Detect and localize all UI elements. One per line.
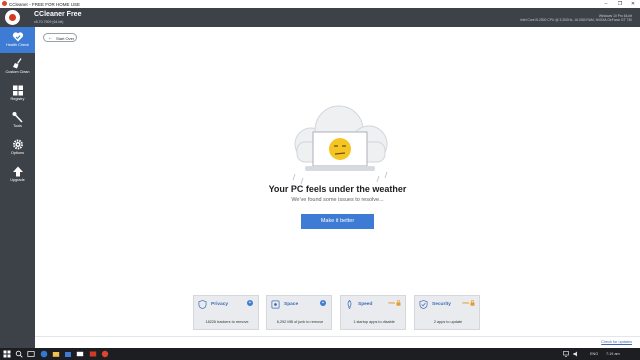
sidebar-item-upgrade[interactable]: Upgrade <box>0 162 35 188</box>
plus-icon[interactable]: + <box>247 300 253 306</box>
window-title: CCleaner - FREE FOR HOME USE <box>9 1 81 7</box>
volume-icon[interactable] <box>572 350 580 358</box>
speed-rocket-icon <box>347 300 352 309</box>
edge-icon[interactable] <box>40 350 48 358</box>
privacy-card[interactable]: Privacy + 18226 trackers to remove <box>193 295 259 330</box>
search-icon[interactable] <box>15 350 23 358</box>
space-disk-icon <box>271 300 280 309</box>
ccleaner-logo <box>5 10 20 25</box>
make-it-better-button[interactable]: Make it better <box>301 214 374 229</box>
start-over-button[interactable]: ← Start Over <box>43 33 77 42</box>
space-card[interactable]: Space + 6,292 MB of junk to remove <box>266 295 332 330</box>
maximize-button[interactable]: ❐ <box>614 0 626 8</box>
upgrade-arrow-icon <box>12 166 23 177</box>
sidebar-item-health-check[interactable]: Health Check <box>0 27 35 53</box>
pro-badge: PRO <box>388 301 395 305</box>
card-title: Space <box>284 301 299 307</box>
app-name: CCleaner Free <box>34 11 82 18</box>
security-shield-icon <box>419 300 428 309</box>
app-version: v5.70.7909 (64-bit) <box>34 20 64 24</box>
sidebar-item-label: Health Check <box>6 43 29 47</box>
health-check-panel: ← Start Over Your PC feels under the wea… <box>35 27 640 336</box>
sidebar-item-label: Registry <box>10 97 25 101</box>
card-description: 1 startup apps to disable <box>353 320 395 324</box>
windows-start-icon[interactable] <box>3 350 11 358</box>
sidebar-item-options[interactable]: Options <box>0 135 35 161</box>
sidebar-item-custom-clean[interactable]: Custom Clean <box>0 54 35 80</box>
result-subline: We've found some issues to resolve... <box>291 197 384 203</box>
close-button[interactable]: ✕ <box>627 0 639 8</box>
mail-icon[interactable] <box>76 350 84 358</box>
sidebar-item-tools[interactable]: Tools <box>0 108 35 134</box>
app-header: CCleaner Free v5.70.7909 (64-bit) Window… <box>0 8 640 27</box>
language-indicator[interactable]: ENG <box>590 352 598 356</box>
lock-icon <box>470 300 475 306</box>
store-icon[interactable] <box>64 350 72 358</box>
wrench-icon <box>12 112 23 123</box>
system-hardware-info: Intel Core i5-2500 CPU @ 3.30GHz, 16.0GB… <box>520 18 632 22</box>
gear-icon <box>12 139 23 150</box>
plus-icon[interactable]: + <box>320 300 326 306</box>
card-title: Privacy <box>211 301 229 307</box>
arrow-left-icon: ← <box>48 35 53 41</box>
ccleaner-app-icon <box>2 1 7 6</box>
card-description: 2 apps to update <box>433 320 463 324</box>
check-for-updates-link[interactable]: Check for updates <box>601 340 632 344</box>
broom-icon <box>12 58 22 69</box>
heart-check-icon <box>12 32 23 42</box>
registry-grid-icon <box>12 85 23 96</box>
lock-icon <box>396 300 401 306</box>
sidebar: Health Check Custom Clean Registry Tools… <box>0 27 35 348</box>
sidebar-item-label: Upgrade <box>10 178 25 182</box>
card-description: 6,292 MB of junk to remove <box>276 320 324 324</box>
sidebar-item-label: Tools <box>13 124 22 128</box>
file-explorer-icon[interactable] <box>52 350 60 358</box>
card-title: Security <box>432 301 451 307</box>
minimize-button[interactable]: – <box>600 0 612 8</box>
sidebar-item-label: Custom Clean <box>5 70 30 74</box>
ccleaner-taskbar-icon[interactable] <box>101 350 109 358</box>
pro-badge: PRO <box>462 301 469 305</box>
clock[interactable]: 7:19 am <box>606 352 620 356</box>
privacy-shield-icon <box>198 300 207 309</box>
sidebar-item-label: Options <box>10 151 25 155</box>
task-view-icon[interactable] <box>27 350 35 358</box>
media-icon[interactable] <box>89 350 97 358</box>
result-headline: Your PC feels under the weather <box>268 184 407 194</box>
sidebar-item-registry[interactable]: Registry <box>0 81 35 107</box>
network-icon[interactable] <box>562 350 570 358</box>
security-card[interactable]: Security PRO 2 apps to update <box>414 295 480 330</box>
card-title: Speed <box>358 301 373 307</box>
speed-card[interactable]: Speed PRO 1 startup apps to disable <box>340 295 406 330</box>
sad-cloud-illustration <box>292 105 388 185</box>
windows-taskbar: ENG 7:19 am <box>0 348 640 360</box>
card-description: 18226 trackers to remove <box>205 320 249 324</box>
